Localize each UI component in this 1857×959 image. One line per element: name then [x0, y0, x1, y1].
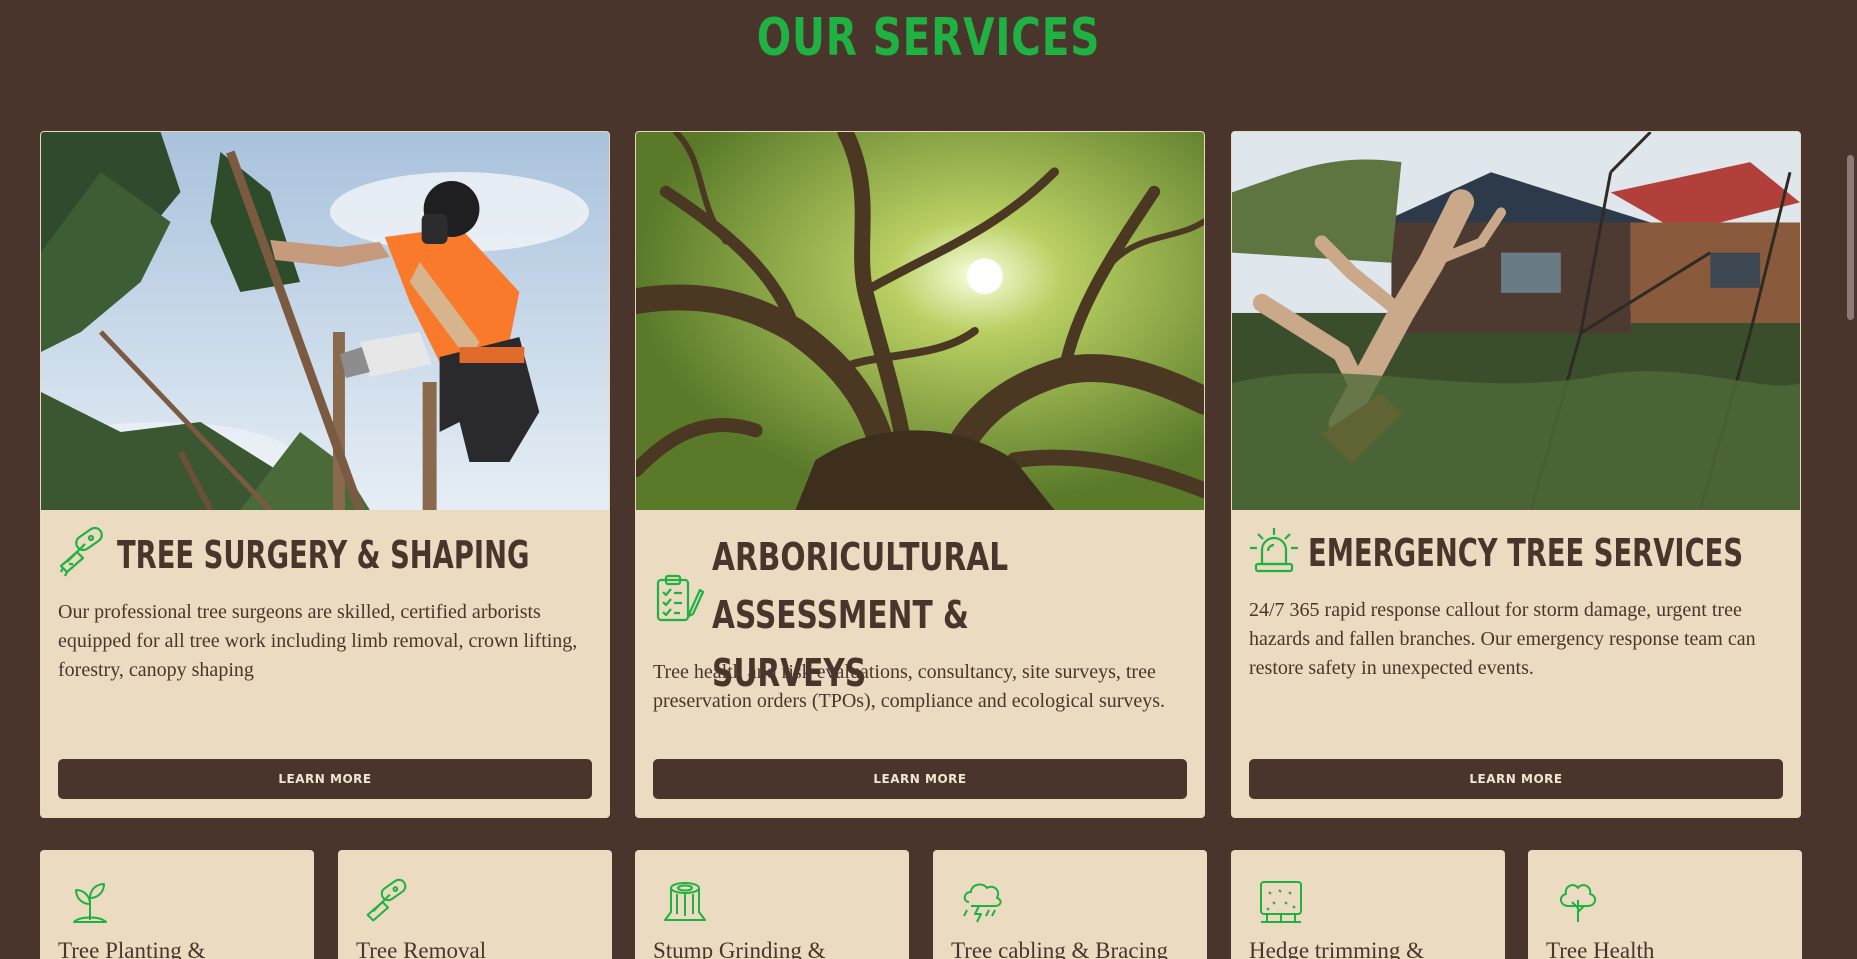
chainsaw-icon — [59, 526, 103, 577]
card-title: TREE SURGERY & SHAPING — [117, 533, 530, 577]
sapling-icon — [73, 883, 107, 923]
emergency-siren-icon — [1250, 528, 1298, 573]
hedge-icon — [1260, 881, 1302, 923]
card-header: EMERGENCY TREE SERVICES — [1248, 524, 1784, 582]
learn-more-button[interactable]: LEARN MORE — [653, 759, 1187, 799]
arborist-photo — [41, 132, 609, 510]
tree-stump-icon — [664, 882, 706, 921]
service-card-arboricultural: ARBORICULTURAL ASSESSMENT & SURVEYS Tree… — [635, 131, 1205, 818]
service-tile-label: Hedge trimming & — [1249, 938, 1425, 959]
service-card-tree-surgery: TREE SURGERY & SHAPING Our professional … — [40, 131, 610, 818]
learn-more-button[interactable]: LEARN MORE — [58, 759, 592, 799]
section-title: OUR SERVICES — [756, 8, 1101, 68]
service-tile-hedge-trimming[interactable]: Hedge trimming & — [1231, 850, 1505, 959]
scrollbar-thumb[interactable] — [1847, 155, 1854, 320]
service-tile-tree-removal[interactable]: Tree Removal — [338, 850, 612, 959]
card-description: Tree health and risk evaluations, consul… — [653, 661, 1166, 712]
service-tile-label: Tree cabling & Bracing — [951, 938, 1168, 959]
card-description: Our professional tree surgeons are skill… — [58, 601, 578, 681]
clipboard-checklist-icon — [656, 574, 704, 622]
service-tile-tree-cabling[interactable]: Tree cabling & Bracing — [933, 850, 1207, 959]
service-card-emergency: EMERGENCY TREE SERVICES 24/7 365 rapid r… — [1231, 131, 1801, 818]
tree-icon — [1560, 884, 1596, 922]
learn-more-button[interactable]: LEARN MORE — [1249, 759, 1783, 799]
service-tile-tree-planting[interactable]: Tree Planting & — [40, 850, 314, 959]
service-tile-stump-grinding[interactable]: Stump Grinding & — [635, 850, 909, 959]
service-tile-label: Tree Planting & — [58, 938, 206, 959]
chainsaw-icon — [366, 878, 407, 922]
service-tile-tree-health[interactable]: Tree Health — [1528, 850, 1802, 959]
service-tile-label: Tree Health — [1546, 938, 1655, 959]
service-tile-label: Stump Grinding & — [653, 938, 826, 959]
canopy-photo — [636, 132, 1204, 510]
card-description: 24/7 365 rapid response callout for stor… — [1249, 599, 1756, 679]
page-scrollbar[interactable] — [1844, 0, 1857, 959]
card-header: TREE SURGERY & SHAPING — [57, 526, 593, 584]
storm-cloud-icon — [963, 883, 1002, 923]
service-tile-label: Tree Removal — [356, 938, 487, 959]
storm-damage-photo — [1232, 132, 1800, 510]
card-title: EMERGENCY TREE SERVICES — [1308, 531, 1744, 575]
